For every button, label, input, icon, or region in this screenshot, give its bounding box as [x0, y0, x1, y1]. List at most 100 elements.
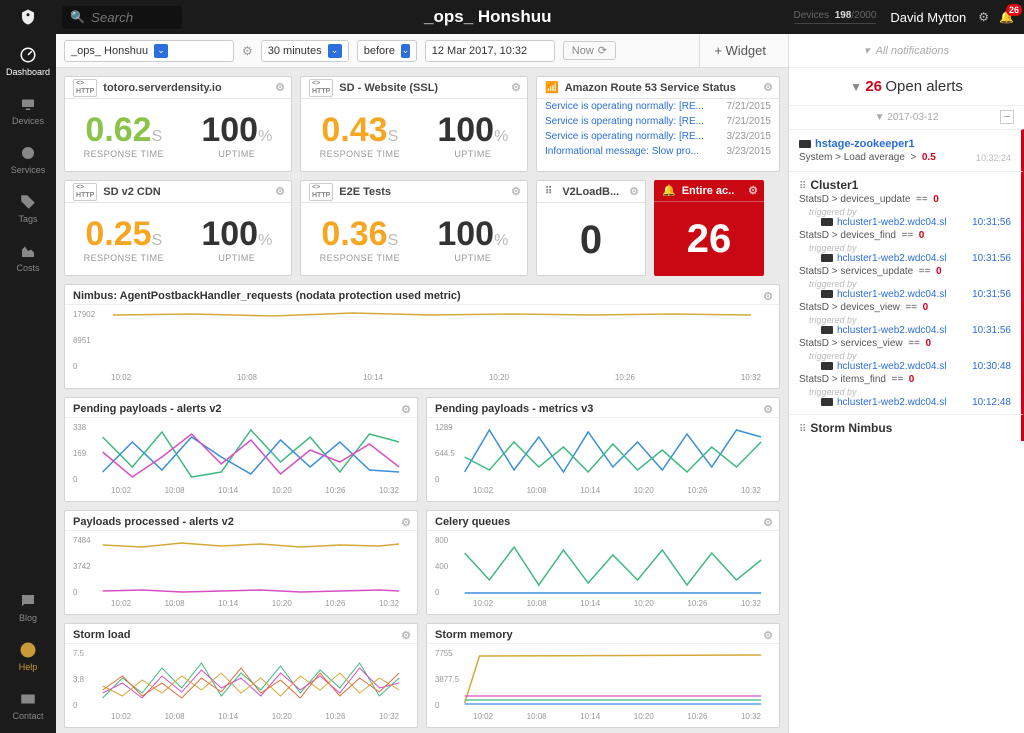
svg-text:0: 0	[73, 701, 78, 710]
alerts-sidebar: ▾All notifications ▼ 26 Open alerts − ▼ …	[788, 34, 1024, 733]
http-tile-ssl[interactable]: <>HTTPSD - Website (SSL)⚙ 0.43SRESPONSE …	[300, 76, 528, 172]
dashboard-selector[interactable]: _ops_ Honshuu⌄	[64, 40, 234, 62]
svg-text:7.5: 7.5	[73, 649, 85, 658]
nav-tags[interactable]: Tags	[18, 193, 37, 224]
triggered-by-label: triggered by	[799, 351, 1011, 361]
http-tile-e2e[interactable]: <>HTTPE2E Tests⚙ 0.36SRESPONSE TIME 100%…	[300, 180, 528, 276]
chart-pending-metrics[interactable]: Pending payloads - metrics v3⚙ 1289644.5…	[426, 397, 780, 502]
alert-metric-line[interactable]: StatsD > devices_view == 0	[799, 300, 1011, 315]
alert-trigger-device[interactable]: hcluster1-web2.wdc04.sl10:12:48	[799, 397, 1011, 408]
gear-icon[interactable]: ⚙	[511, 185, 521, 198]
left-sidebar: Dashboard Devices Services Tags Costs Bl…	[0, 34, 56, 733]
http-tile-cdn[interactable]: <>HTTPSD v2 CDN⚙ 0.25SRESPONSE TIME 100%…	[64, 180, 292, 276]
alert-metric-line[interactable]: StatsD > devices_update == 0	[799, 192, 1011, 207]
svg-text:0: 0	[435, 701, 440, 710]
gear-icon[interactable]: ⚙	[401, 516, 411, 529]
gear-icon[interactable]: ⚙	[763, 629, 773, 642]
svg-text:0: 0	[73, 588, 78, 597]
bell-icon: 🔔	[662, 184, 676, 197]
http-icon: <>HTTP	[309, 79, 333, 97]
svg-text:7484: 7484	[73, 536, 91, 545]
device-icon	[821, 218, 833, 226]
collapse-button[interactable]: −	[1000, 110, 1014, 124]
alert-metric-line[interactable]: StatsD > items_find == 0	[799, 372, 1011, 387]
alert-trigger-device[interactable]: hcluster1-web2.wdc04.sl10:30:48	[799, 361, 1011, 372]
now-button[interactable]: Now⟳	[563, 41, 616, 60]
gear-icon[interactable]: ⚙	[401, 403, 411, 416]
http-icon: <>HTTP	[309, 183, 333, 201]
alert-metric-line[interactable]: StatsD > devices_find == 0	[799, 228, 1011, 243]
global-search[interactable]: 🔍	[62, 6, 182, 29]
alert-group-cluster1[interactable]: ⠿Cluster1 StatsD > devices_update == 0tr…	[789, 171, 1024, 414]
open-alerts-header[interactable]: ▼ 26 Open alerts −	[789, 68, 1024, 106]
rss-link[interactable]: Service is operating normally: [RE...	[545, 101, 704, 112]
timerange-selector[interactable]: 30 minutes⌄	[261, 40, 349, 62]
rss-item[interactable]: Informational message: Slow pro...3/23/2…	[537, 144, 779, 159]
gear-icon[interactable]: ⚙	[763, 81, 773, 94]
chart-pending-alerts[interactable]: Pending payloads - alerts v2⚙ 3381690 10…	[64, 397, 418, 502]
svg-text:0: 0	[73, 362, 78, 371]
svg-text:7755: 7755	[435, 649, 453, 658]
alert-trigger-device[interactable]: hcluster1-web2.wdc04.sl10:31:56	[799, 217, 1011, 228]
date-selector[interactable]: 12 Mar 2017, 10:32	[425, 40, 555, 62]
chart-celery-queues[interactable]: Celery queues⚙ 8004000 10:0210:0810:1410…	[426, 510, 780, 615]
rss-link[interactable]: Service is operating normally: [RE...	[545, 116, 704, 127]
nav-help[interactable]: Help	[19, 641, 38, 672]
chevron-down-icon: ⌄	[401, 44, 410, 58]
gear-icon[interactable]: ⚙	[275, 185, 285, 198]
rss-item[interactable]: Service is operating normally: [RE...3/2…	[537, 129, 779, 144]
chevron-down-icon: ⌄	[154, 44, 168, 58]
rss-item[interactable]: Service is operating normally: [RE...7/2…	[537, 114, 779, 129]
gear-icon[interactable]: ⚙	[748, 184, 758, 197]
gear-icon[interactable]: ⚙	[275, 81, 285, 94]
alert-trigger-device[interactable]: hcluster1-web2.wdc04.sl10:31:56	[799, 325, 1011, 336]
triggered-by-label: triggered by	[799, 387, 1011, 397]
nav-costs[interactable]: Costs	[16, 242, 39, 273]
user-menu[interactable]: David Mytton	[890, 10, 966, 25]
count-tile-entire-account[interactable]: 🔔Entire ac..⚙ 26	[654, 180, 764, 276]
rss-item[interactable]: Service is operating normally: [RE...7/2…	[537, 99, 779, 114]
nav-dashboard[interactable]: Dashboard	[6, 46, 50, 77]
alert-metric-line[interactable]: StatsD > services_update == 0	[799, 264, 1011, 279]
gear-icon[interactable]: ⚙	[763, 403, 773, 416]
svg-text:3742: 3742	[73, 562, 91, 571]
gear-icon[interactable]: ⚙	[763, 290, 773, 303]
add-widget-button[interactable]: + Widget	[699, 34, 780, 67]
alert-metric-line[interactable]: StatsD > services_view == 0	[799, 336, 1011, 351]
nav-contact[interactable]: Contact	[12, 690, 43, 721]
count-tile-v2load[interactable]: ⠿V2LoadB...⚙ 0	[536, 180, 646, 276]
http-tile-totoro[interactable]: <>HTTPtotoro.serverdensity.io⚙ 0.62SRESP…	[64, 76, 292, 172]
triggered-by-label: triggered by	[799, 243, 1011, 253]
chart-nimbus[interactable]: Nimbus: AgentPostbackHandler_requests (n…	[64, 284, 780, 389]
device-icon	[821, 362, 833, 370]
alert-group-zookeeper[interactable]: hstage-zookeeper1 System > Load average …	[789, 129, 1024, 171]
chart-storm-load[interactable]: Storm load⚙ 7.53.80 10:0210:0810:1410:20…	[64, 623, 418, 728]
settings-icon[interactable]: ⚙	[978, 10, 989, 24]
gear-icon[interactable]: ⚙	[763, 516, 773, 529]
dashboard-settings-icon[interactable]: ⚙	[242, 44, 253, 58]
chevron-down-icon: ⌄	[328, 44, 342, 58]
nav-blog[interactable]: Blog	[19, 592, 37, 623]
chart-storm-memory[interactable]: Storm memory⚙ 77553877.50 10:0210:0810:1…	[426, 623, 780, 728]
gear-icon[interactable]: ⚙	[511, 81, 521, 94]
brand-logo[interactable]	[0, 8, 56, 26]
device-count[interactable]: Devices 198/2000	[794, 10, 877, 24]
rss-tile-aws[interactable]: 📶Amazon Route 53 Service Status⚙ Service…	[536, 76, 780, 172]
gear-icon[interactable]: ⚙	[629, 185, 639, 198]
search-input[interactable]	[91, 10, 171, 25]
svg-text:8951: 8951	[73, 336, 91, 345]
notifications-filter[interactable]: ▾All notifications	[789, 34, 1024, 68]
http-icon: <>HTTP	[73, 79, 97, 97]
alert-group-storm-nimbus[interactable]: ⠿Storm Nimbus	[789, 414, 1024, 441]
rss-link[interactable]: Service is operating normally: [RE...	[545, 131, 704, 142]
before-after-selector[interactable]: before⌄	[357, 40, 417, 62]
rss-link[interactable]: Informational message: Slow pro...	[545, 146, 699, 157]
nav-devices[interactable]: Devices	[12, 95, 44, 126]
chart-processed-alerts[interactable]: Payloads processed - alerts v2⚙ 74843742…	[64, 510, 418, 615]
nav-services[interactable]: Services	[11, 144, 46, 175]
alert-trigger-device[interactable]: hcluster1-web2.wdc04.sl10:31:56	[799, 289, 1011, 300]
alert-trigger-device[interactable]: hcluster1-web2.wdc04.sl10:31:56	[799, 253, 1011, 264]
svg-text:3877.5: 3877.5	[435, 675, 460, 684]
gear-icon[interactable]: ⚙	[401, 629, 411, 642]
notifications-icon[interactable]: 🔔26	[999, 10, 1014, 24]
